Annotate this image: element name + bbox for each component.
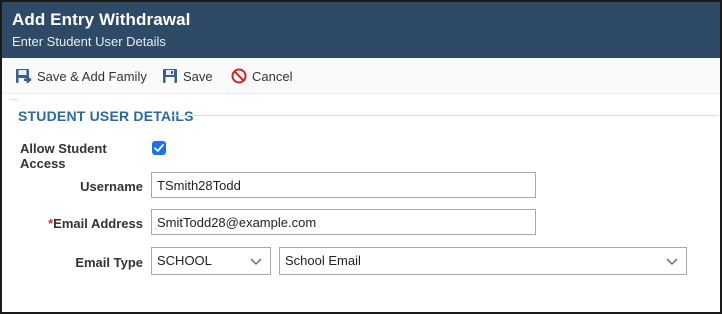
chevron-down-icon: [250, 258, 262, 265]
dialog-subtitle: Enter Student User Details: [12, 34, 166, 49]
email-address-label-wrap: *Email Address: [22, 216, 143, 231]
save-arrow-icon: [16, 68, 32, 83]
email-type-selected: SCHOOL: [157, 253, 212, 268]
email-kind-selected: School Email: [285, 253, 361, 268]
email-kind-select[interactable]: School Email: [279, 247, 687, 275]
cancel-label: Cancel: [252, 68, 293, 84]
chevron-down-icon: [666, 258, 678, 265]
allow-student-access-checkbox[interactable]: [152, 141, 166, 155]
save-add-family-label: Save & Add Family: [37, 68, 147, 84]
email-address-label: Email Address: [53, 216, 143, 231]
entry-withdrawal-dialog: Add Entry Withdrawal Enter Student User …: [0, 0, 722, 314]
dialog-header: Add Entry Withdrawal Enter Student User …: [2, 2, 720, 58]
toolbar: Save & Add Family Save Cancel: [2, 58, 720, 94]
email-type-select[interactable]: SCHOOL: [151, 247, 271, 275]
floppy-disk-icon: [163, 69, 177, 83]
save-add-family-button[interactable]: Save & Add Family: [15, 66, 147, 86]
no-entry-circle-icon: [231, 68, 247, 84]
email-type-label: Email Type: [75, 255, 143, 270]
cancel-button[interactable]: Cancel: [231, 66, 292, 86]
save-label: Save: [183, 68, 213, 84]
username-input[interactable]: [151, 172, 536, 198]
username-label: Username: [80, 179, 143, 194]
save-button[interactable]: Save: [162, 66, 213, 86]
dialog-title: Add Entry Withdrawal: [12, 10, 191, 29]
allow-student-access-label: Allow Student Access: [20, 141, 107, 171]
email-address-input[interactable]: [151, 209, 536, 235]
section-divider-left: [10, 99, 18, 100]
section-divider: [172, 115, 718, 116]
section-title: STUDENT USER DETAILS: [18, 108, 194, 124]
check-icon: [154, 144, 164, 152]
